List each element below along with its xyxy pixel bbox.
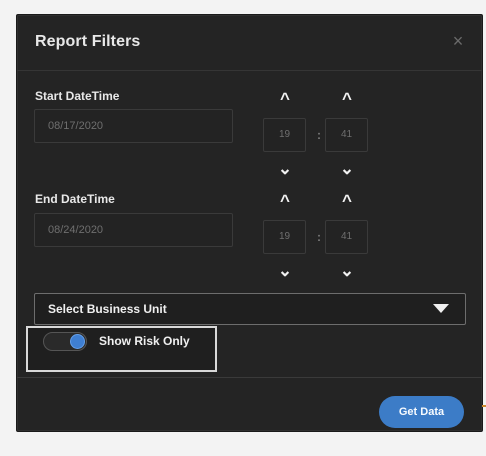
dialog-header: Report Filters × xyxy=(17,15,482,71)
start-date-field[interactable]: 08/17/2020 xyxy=(34,109,233,143)
start-datetime-label: Start DateTime xyxy=(35,89,120,103)
show-risk-only-toggle[interactable] xyxy=(43,332,87,351)
end-time-separator: : xyxy=(317,230,321,244)
end-minute-field[interactable]: 41 xyxy=(325,220,368,254)
start-minute-down-icon[interactable]: ⌄ xyxy=(339,160,355,177)
start-hour-field[interactable]: 19 xyxy=(263,118,306,152)
end-minute-up-icon[interactable]: ^ xyxy=(339,192,355,209)
dialog-title: Report Filters xyxy=(35,33,141,50)
end-time-picker: ^ ^ 19 : 41 ⌄ ⌄ xyxy=(263,192,369,281)
screenshot-canvas: Report Filters × Start DateTime 08/17/20… xyxy=(0,0,486,456)
footer-divider xyxy=(17,377,482,378)
toggle-knob xyxy=(70,334,85,349)
end-hour-up-icon[interactable]: ^ xyxy=(277,192,293,209)
report-filters-dialog: Report Filters × Start DateTime 08/17/20… xyxy=(16,14,483,432)
start-minute-up-icon[interactable]: ^ xyxy=(339,90,355,107)
end-hour-field[interactable]: 19 xyxy=(263,220,306,254)
start-minute-field[interactable]: 41 xyxy=(325,118,368,152)
start-hour-up-icon[interactable]: ^ xyxy=(277,90,293,107)
show-risk-only-label: Show Risk Only xyxy=(99,334,190,348)
start-hour-down-icon[interactable]: ⌄ xyxy=(277,160,293,177)
end-minute-down-icon[interactable]: ⌄ xyxy=(339,262,355,279)
business-unit-placeholder: Select Business Unit xyxy=(48,302,167,316)
close-icon[interactable]: × xyxy=(450,32,466,50)
chevron-down-icon xyxy=(433,304,449,313)
start-time-picker: ^ ^ 19 : 41 ⌄ ⌄ xyxy=(263,90,369,179)
business-unit-select[interactable]: Select Business Unit xyxy=(34,293,466,325)
orange-edge-mark xyxy=(482,405,486,407)
end-datetime-label: End DateTime xyxy=(35,192,115,206)
start-time-separator: : xyxy=(317,128,321,142)
get-data-button[interactable]: Get Data xyxy=(379,396,464,428)
end-hour-down-icon[interactable]: ⌄ xyxy=(277,262,293,279)
end-date-field[interactable]: 08/24/2020 xyxy=(34,213,233,247)
